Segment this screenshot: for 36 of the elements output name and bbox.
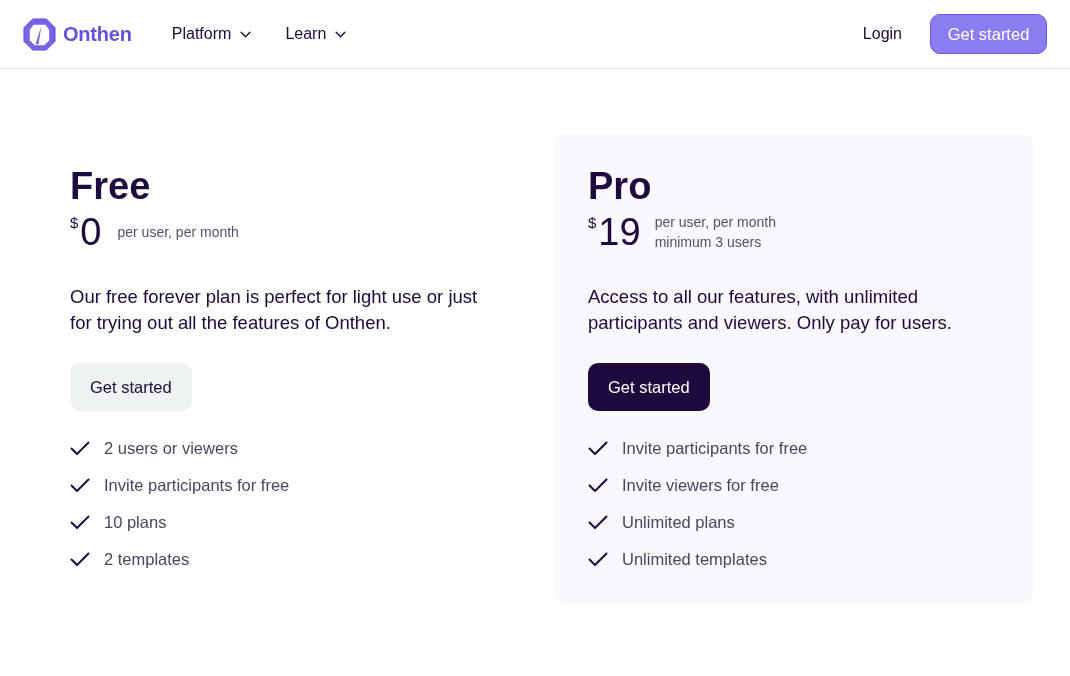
- feature-text: Invite participants for free: [104, 475, 290, 495]
- checkmark-icon: [70, 551, 90, 567]
- checkmark-icon: [588, 477, 608, 493]
- checkmark-icon: [70, 514, 90, 530]
- feature-text: 2 users or viewers: [104, 438, 238, 458]
- logo-link[interactable]: Onthen: [23, 17, 132, 51]
- checkmark-icon: [588, 514, 608, 530]
- feature-text: 10 plans: [104, 512, 167, 532]
- feature-text: Unlimited templates: [622, 549, 767, 569]
- chevron-down-icon: [240, 30, 252, 38]
- checkmark-icon: [70, 440, 90, 456]
- get-started-button[interactable]: Get started: [70, 363, 192, 411]
- nav-menu-button[interactable]: Platform: [171, 25, 252, 43]
- nav-menu-button[interactable]: Learn: [285, 25, 347, 43]
- feature-text: Invite viewers for free: [622, 475, 779, 495]
- feature-text: Invite participants for free: [622, 438, 808, 458]
- chevron-down-icon: [335, 30, 347, 38]
- get-started-button[interactable]: Get started: [588, 363, 710, 411]
- price-note: minimum 3 users: [654, 233, 762, 251]
- plan-title: Pro: [588, 164, 652, 208]
- logo-icon: [23, 17, 56, 51]
- feature-text: 2 templates: [104, 549, 190, 569]
- checkmark-icon: [588, 440, 608, 456]
- feature-text: Unlimited plans: [622, 512, 735, 532]
- price-amount: 0: [80, 210, 102, 254]
- checkmark-icon: [70, 477, 90, 493]
- currency-symbol: $: [70, 214, 79, 231]
- price-note: per user, per month: [654, 213, 777, 231]
- plan-description: Our free forever plan is perfect for light use or just for trying out all the features of Onthen.: [70, 285, 479, 335]
- currency-symbol: $: [588, 214, 597, 231]
- plan-title: Free: [70, 164, 151, 208]
- login-link[interactable]: Login: [862, 25, 902, 43]
- checkmark-icon: [588, 551, 608, 567]
- plan-description: Access to all our features, with unlimited participants and viewers. Only pay for users.: [588, 285, 953, 335]
- price-note: per user, per month: [117, 223, 239, 241]
- price-amount: 19: [598, 210, 641, 254]
